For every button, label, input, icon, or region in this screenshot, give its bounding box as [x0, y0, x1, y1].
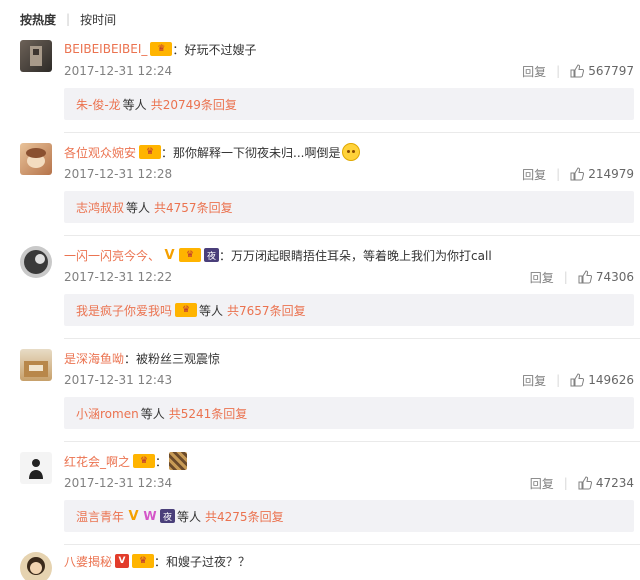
comment-username[interactable]: 一闪一闪亮今今、 [64, 247, 160, 264]
avatar[interactable] [20, 349, 52, 381]
thumbs-up-icon[interactable] [570, 373, 585, 387]
comment-username[interactable]: 各位观众婉安 [64, 144, 136, 161]
avatar[interactable] [20, 40, 52, 72]
action-divider: | [563, 476, 568, 490]
comment-colon: ： [219, 248, 232, 263]
avatar[interactable] [20, 246, 52, 278]
replies-count-link[interactable]: 共7657条回复 [227, 302, 306, 319]
sticker-image-icon [169, 452, 188, 470]
comment-colon: ： [154, 554, 167, 569]
replies-count-link[interactable]: 共4275条回复 [205, 508, 284, 525]
avatar-image-icon [30, 46, 42, 66]
comment-divider [64, 544, 640, 545]
avatar-image-icon [24, 361, 48, 377]
comment-time: 2017-12-31 12:24 [64, 64, 173, 78]
action-divider: | [556, 373, 561, 387]
avatar[interactable] [20, 452, 52, 484]
replies-summary[interactable]: 朱-俊-龙 等人 共20749条回复 [64, 88, 634, 120]
replies-count-link[interactable]: 共4757条回复 [154, 199, 233, 216]
replies-names[interactable]: 温言青年 [76, 508, 124, 525]
comment-username[interactable]: 红花会_啊之 [64, 453, 130, 470]
comment-divider [64, 338, 640, 339]
action-divider: | [556, 167, 561, 181]
thumbs-up-icon[interactable] [570, 167, 585, 181]
avatar-image-icon [26, 148, 46, 168]
replies-names[interactable]: 小涵romen [76, 405, 139, 422]
comment-colon: ： [161, 145, 174, 160]
comment-time: 2017-12-31 12:34 [64, 476, 173, 490]
fan-badge-icon[interactable]: ♛ [133, 454, 156, 468]
replies-summary[interactable]: 我是疯子你爱我吗 ♛ 等人 共7657条回复 [64, 294, 634, 326]
like-count: 74306 [595, 270, 634, 284]
comment-text: 被粉丝三观震惊 [136, 351, 221, 366]
comment-username[interactable]: 是深海鱼呦 [64, 350, 124, 367]
replies-summary[interactable]: 志鸿叔叔 等人 共4757条回复 [64, 191, 634, 223]
replies-mid: 等人 [177, 509, 202, 524]
replies-names[interactable]: 朱-俊-龙 [76, 96, 121, 113]
replies-mid: 等人 [122, 97, 147, 112]
comment-colon: ： [155, 454, 168, 469]
comment-text: 和嫂子过夜？？ [166, 554, 251, 569]
thumbs-up-icon[interactable] [578, 270, 592, 284]
replies-mid: 等人 [140, 406, 165, 421]
replies-names[interactable]: 志鸿叔叔 [76, 199, 124, 216]
comment-divider [64, 132, 640, 133]
reply-button[interactable]: 回复 [530, 475, 554, 492]
reply-button[interactable]: 回复 [522, 372, 546, 389]
like-count: 214979 [588, 167, 634, 181]
avatar-image-icon [29, 459, 43, 479]
comment-text: 那你解释一下彻夜未归...啊倒是 [173, 145, 341, 160]
replies-mid: 等人 [126, 200, 151, 215]
avatar[interactable] [20, 552, 52, 580]
comment-text: 万万闭起眼睛捂住耳朵，等着晚上我们为你打call [231, 248, 492, 263]
comment-time: 2017-12-31 12:28 [64, 167, 173, 181]
replies-mid: 等人 [199, 303, 224, 318]
night-badge-icon[interactable]: 夜 [204, 248, 220, 262]
v-verified-icon[interactable]: V [163, 248, 176, 263]
reply-button[interactable]: 回复 [522, 63, 546, 80]
avatar-image-icon [27, 557, 45, 575]
fan-badge-icon[interactable]: ♛ [132, 554, 155, 568]
replies-names[interactable]: 我是疯子你爱我吗 [76, 302, 172, 319]
fan-badge-icon[interactable]: ♛ [179, 248, 202, 262]
replies-summary[interactable]: 温言青年 V W 夜 等人 共4275条回复 [64, 500, 634, 532]
comment-time: 2017-12-31 12:22 [64, 270, 173, 284]
v-verified-icon[interactable]: V [115, 554, 130, 568]
comment-colon: ： [172, 42, 185, 57]
comment-divider [64, 235, 640, 236]
sort-divider: | [66, 12, 71, 26]
action-divider: | [563, 270, 568, 284]
reply-button[interactable]: 回复 [530, 269, 554, 286]
avatar[interactable] [20, 143, 52, 175]
comment-divider [64, 441, 640, 442]
w-badge-icon[interactable]: W [143, 509, 157, 523]
like-count: 149626 [588, 373, 634, 387]
v-verified-icon[interactable]: V [127, 509, 140, 524]
action-divider: | [556, 64, 561, 78]
comment-time: 2017-12-31 12:43 [64, 373, 173, 387]
replies-count-link[interactable]: 共5241条回复 [169, 405, 248, 422]
comment-username[interactable]: 八婆揭秘 [64, 553, 112, 570]
comment-text: 好玩不过嫂子 [184, 42, 257, 57]
sort-by-hot-tab[interactable]: 按热度 [20, 11, 56, 28]
fan-badge-icon[interactable]: ♛ [150, 42, 173, 56]
comment-username[interactable]: BEIBEIBEIBEI_ [64, 42, 147, 56]
like-count: 47234 [595, 476, 634, 490]
like-count: 567797 [588, 64, 634, 78]
reply-button[interactable]: 回复 [522, 166, 546, 183]
sort-bar: 按热度 | 按时间 [20, 10, 116, 28]
replies-summary[interactable]: 小涵romen 等人 共5241条回复 [64, 397, 634, 429]
night-badge-icon[interactable]: 夜 [160, 509, 176, 523]
smile-emoji-icon [342, 143, 361, 161]
replies-count-link[interactable]: 共20749条回复 [151, 96, 237, 113]
thumbs-up-icon[interactable] [570, 64, 585, 78]
fan-badge-icon[interactable]: ♛ [139, 145, 162, 159]
avatar-image-icon [24, 250, 48, 274]
comment-colon: ： [124, 351, 137, 366]
thumbs-up-icon[interactable] [578, 476, 592, 490]
sort-by-time-tab[interactable]: 按时间 [80, 11, 116, 28]
fan-badge-icon[interactable]: ♛ [175, 303, 198, 317]
